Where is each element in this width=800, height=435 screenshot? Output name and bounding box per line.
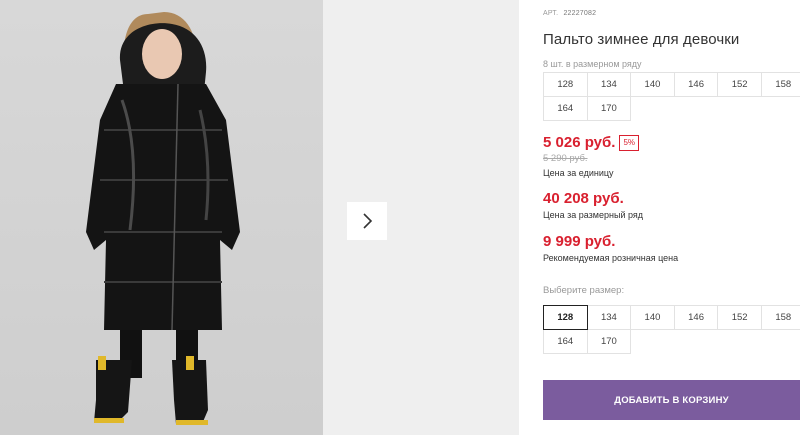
pack-size-cell: 164 (543, 96, 588, 121)
unit-price: 5 026 руб. (543, 134, 616, 151)
pack-size-cell: 158 (760, 72, 800, 97)
pack-size-cell: 146 (673, 72, 719, 97)
set-price-note: Цена за размерный ряд (543, 210, 644, 220)
chevron-right-icon (363, 213, 373, 229)
product-title: Пальто зимнее для девочки (543, 31, 740, 48)
old-price: 5 290 руб. (543, 153, 588, 164)
article-label: АРТ. (543, 10, 559, 17)
rrp-price: 9 999 руб. (543, 233, 616, 250)
pack-size-cell: 170 (586, 96, 632, 121)
size-option-128[interactable]: 128 (543, 305, 588, 330)
size-option-152[interactable]: 152 (717, 305, 762, 330)
add-to-cart-button[interactable]: ДОБАВИТЬ В КОРЗИНУ (543, 380, 800, 420)
size-option-164[interactable]: 164 (543, 329, 588, 354)
product-info: АРТ. 22227082 Пальто зимнее для девочки … (543, 0, 800, 435)
choose-size-label: Выберите размер: (543, 285, 625, 296)
size-option-158[interactable]: 158 (760, 305, 800, 330)
unit-price-note: Цена за единицу (543, 168, 614, 178)
product-photo[interactable] (0, 0, 323, 435)
size-option-170[interactable]: 170 (586, 329, 632, 354)
pack-size-cell: 134 (586, 72, 632, 97)
gallery-next-button[interactable] (347, 202, 387, 240)
discount-badge: 5% (619, 134, 640, 151)
article-value: 22227082 (563, 10, 597, 17)
size-option-140[interactable]: 140 (630, 305, 675, 330)
size-option-146[interactable]: 146 (673, 305, 719, 330)
set-price: 40 208 руб. (543, 190, 624, 207)
pack-size-cell: 140 (630, 72, 675, 97)
pack-note: 8 шт. в размерном ряду (543, 59, 642, 69)
product-gallery (0, 0, 519, 435)
size-selector: 128 134 140 146 152 158 164 170 (543, 305, 800, 354)
size-option-134[interactable]: 134 (586, 305, 632, 330)
pack-size-cell: 152 (717, 72, 762, 97)
pack-size-grid: 128 134 140 146 152 158 164 170 (543, 72, 800, 121)
price-row: 5 026 руб. 5% (543, 134, 640, 151)
pack-size-cell: 128 (543, 72, 588, 97)
rrp-note: Рекомендуемая розничная цена (543, 253, 679, 263)
article-number: АРТ. 22227082 (543, 10, 596, 17)
coat-illustration (86, 12, 240, 425)
